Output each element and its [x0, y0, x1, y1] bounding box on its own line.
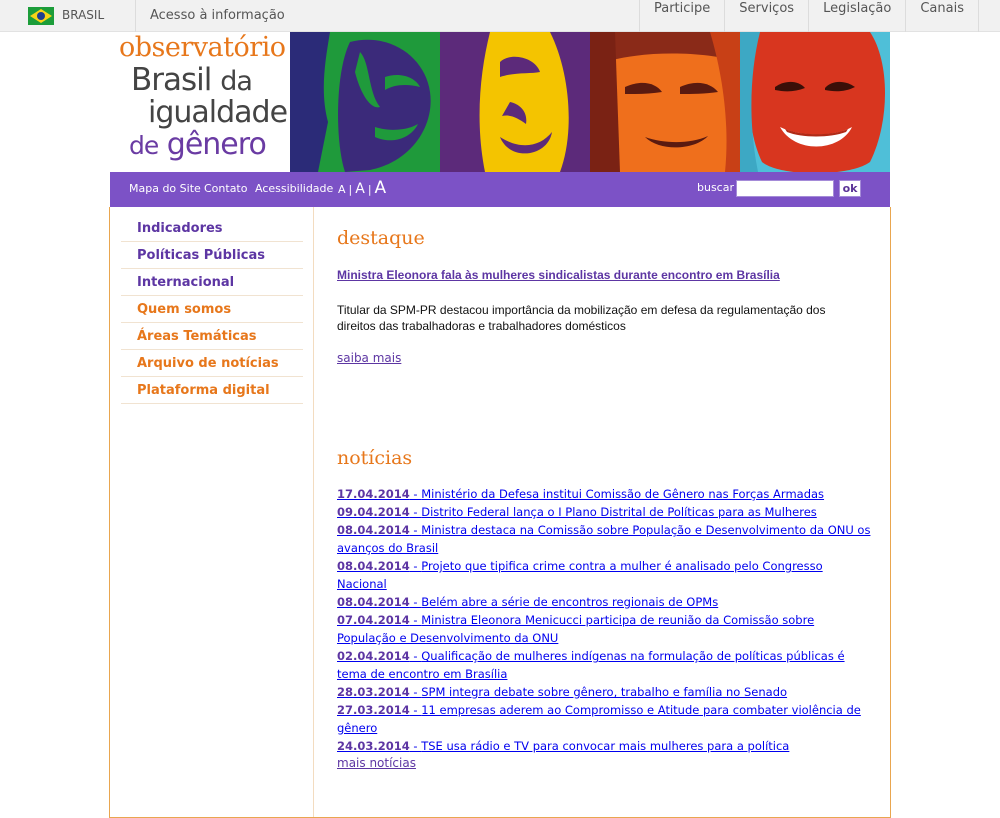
- news-date: 24.03.2014: [337, 739, 410, 753]
- font-size-controls: A | A | A: [338, 178, 386, 198]
- news-separator: -: [409, 523, 422, 537]
- legislacao-link[interactable]: Legislação: [808, 0, 905, 32]
- column-divider: [313, 207, 314, 817]
- search-input[interactable]: [736, 180, 834, 197]
- orange-photo: [590, 32, 740, 172]
- font-separator: |: [367, 183, 372, 196]
- logo-line-4: de gênero: [129, 127, 267, 162]
- news-date: 27.03.2014: [337, 703, 410, 717]
- brazil-flag-icon: [28, 7, 54, 25]
- news-item[interactable]: 24.03.2014 - TSE usa rádio e TV para con…: [337, 737, 872, 755]
- saiba-mais-link[interactable]: saiba mais: [337, 351, 401, 365]
- cyan-photo: [740, 32, 890, 172]
- top-nav: Mapa do Site Contato Acessibilidade A | …: [110, 172, 890, 207]
- left-menu: Indicadores Políticas Públicas Internaci…: [121, 215, 303, 404]
- search-label: buscar: [697, 181, 734, 194]
- news-separator: -: [409, 505, 422, 519]
- news-date: 07.04.2014: [337, 613, 410, 627]
- font-separator: |: [348, 183, 353, 196]
- menu-item-internacional[interactable]: Internacional: [121, 269, 303, 296]
- news-separator: -: [409, 487, 422, 501]
- news-list: 17.04.2014 - Ministério da Defesa instit…: [337, 485, 872, 755]
- news-separator: -: [409, 739, 422, 753]
- menu-item-politicas-publicas[interactable]: Políticas Públicas: [121, 242, 303, 269]
- news-date: 28.03.2014: [337, 685, 410, 699]
- news-item[interactable]: 28.03.2014 - SPM integra debate sobre gê…: [337, 683, 872, 701]
- site-header: observatório Brasil da igualdade de gêne…: [110, 32, 890, 172]
- menu-item-indicadores[interactable]: Indicadores: [121, 215, 303, 242]
- logo-genero: gênero: [166, 127, 267, 162]
- site-logo[interactable]: observatório Brasil da igualdade de gêne…: [110, 32, 290, 172]
- country-label[interactable]: BRASIL: [62, 8, 104, 22]
- destaque-headline-link[interactable]: Ministra Eleonora fala às mulheres sindi…: [337, 268, 780, 282]
- logo-de: de: [129, 131, 159, 160]
- green-photo: [290, 32, 440, 172]
- gov-bar: BRASIL Acesso à informação Participe Ser…: [0, 0, 1000, 32]
- menu-item-quem-somos[interactable]: Quem somos: [121, 296, 303, 323]
- participe-link[interactable]: Participe: [638, 0, 724, 32]
- menu-item-areas-tematicas[interactable]: Áreas Temáticas: [121, 323, 303, 350]
- canais-link[interactable]: Canais: [905, 0, 979, 32]
- contact-link[interactable]: Contato: [204, 182, 247, 195]
- accessibility-link[interactable]: Acessibilidade: [255, 182, 333, 195]
- news-date: 08.04.2014: [337, 559, 410, 573]
- destaque-title: destaque: [337, 227, 425, 249]
- logo-line-3: igualdade: [148, 95, 288, 130]
- logo-line-2: Brasil da: [131, 62, 253, 98]
- font-small-button[interactable]: A: [338, 183, 346, 196]
- mais-noticias-link[interactable]: mais notícias: [337, 756, 416, 770]
- search-submit-button[interactable]: ok: [839, 180, 861, 197]
- news-date: 08.04.2014: [337, 523, 410, 537]
- news-date: 17.04.2014: [337, 487, 410, 501]
- yellow-photo: [440, 32, 590, 172]
- logo-da: da: [220, 66, 253, 97]
- destaque-summary: Titular da SPM-PR destacou importância d…: [337, 303, 826, 333]
- servicos-link[interactable]: Serviços: [724, 0, 808, 32]
- news-separator: -: [409, 649, 422, 663]
- news-separator: -: [409, 595, 422, 609]
- news-item[interactable]: 09.04.2014 - Distrito Federal lança o I …: [337, 503, 872, 521]
- news-item[interactable]: 07.04.2014 - Ministra Eleonora Menicucci…: [337, 611, 872, 647]
- news-item[interactable]: 27.03.2014 - 11 empresas aderem ao Compr…: [337, 701, 872, 737]
- news-text: SPM integra debate sobre gênero, trabalh…: [421, 685, 788, 699]
- news-item[interactable]: 02.04.2014 - Qualificação de mulheres in…: [337, 647, 872, 683]
- news-text: Distrito Federal lança o I Plano Distrit…: [421, 505, 817, 519]
- menu-item-arquivo-noticias[interactable]: Arquivo de notícias: [121, 350, 303, 377]
- logo-line-1: observatório: [119, 32, 286, 63]
- gov-links: Participe Serviços Legislação Canais: [638, 0, 979, 32]
- news-text: TSE usa rádio e TV para convocar mais mu…: [421, 739, 790, 753]
- news-item[interactable]: 08.04.2014 - Projeto que tipifica crime …: [337, 557, 872, 593]
- sitemap-link[interactable]: Mapa do Site: [129, 182, 201, 195]
- news-separator: -: [409, 703, 422, 717]
- news-item[interactable]: 08.04.2014 - Belém abre a série de encon…: [337, 593, 872, 611]
- logo-brasil: Brasil: [131, 62, 212, 98]
- font-medium-button[interactable]: A: [355, 181, 365, 197]
- news-date: 09.04.2014: [337, 505, 410, 519]
- news-separator: -: [409, 559, 422, 573]
- news-date: 08.04.2014: [337, 595, 410, 609]
- noticias-title: notícias: [337, 447, 413, 469]
- access-info-link[interactable]: Acesso à informação: [150, 8, 285, 23]
- divider: [135, 0, 136, 32]
- news-separator: -: [409, 685, 422, 699]
- news-item[interactable]: 17.04.2014 - Ministério da Defesa instit…: [337, 485, 872, 503]
- news-date: 02.04.2014: [337, 649, 410, 663]
- news-separator: -: [409, 613, 422, 627]
- font-large-button[interactable]: A: [375, 178, 387, 198]
- menu-item-plataforma-digital[interactable]: Plataforma digital: [121, 377, 303, 404]
- news-item[interactable]: 08.04.2014 - Ministra destaca na Comissã…: [337, 521, 872, 557]
- news-text: Ministério da Defesa institui Comissão d…: [421, 487, 825, 501]
- news-text: Belém abre a série de encontros regionai…: [421, 595, 719, 609]
